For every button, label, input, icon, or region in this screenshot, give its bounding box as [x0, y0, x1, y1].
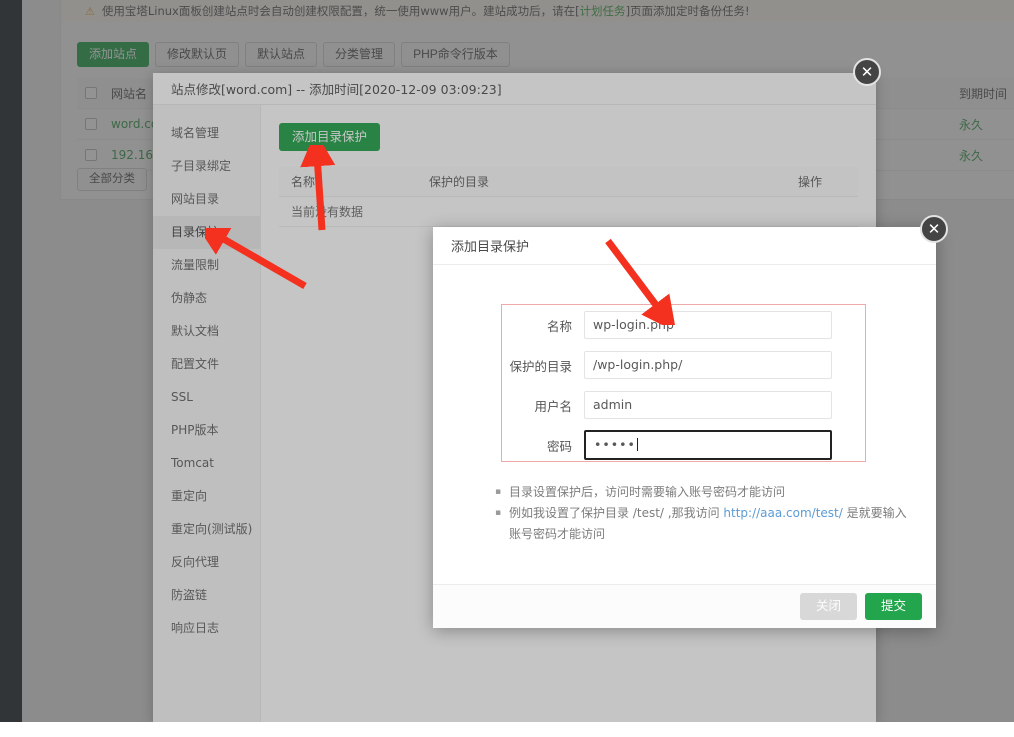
password-value: •••••	[594, 437, 636, 452]
hint-item: 目录设置保护后，访问时需要输入账号密码才能访问	[493, 482, 913, 503]
form-row-directory: 保护的目录 /wp-login.php/	[502, 345, 865, 385]
add-directory-protection-modal: 添加目录保护 名称 wp-login.php 保护的目录 /wp-login.p…	[433, 227, 936, 628]
form-row-username: 用户名 admin	[502, 385, 865, 425]
page-bottom-edge	[0, 722, 1014, 737]
username-input[interactable]: admin	[584, 391, 832, 419]
hint2-url: http://aaa.com/test/	[723, 506, 842, 520]
app-root: ⚠ 使用宝塔Linux面板创建站点时会自动创建权限配置，统一使用www用户。建站…	[0, 0, 1014, 737]
protection-form: 名称 wp-login.php 保护的目录 /wp-login.php/ 用户名…	[501, 304, 866, 462]
submit-button[interactable]: 提交	[865, 593, 922, 620]
password-label: 密码	[502, 436, 584, 455]
form-row-password: 密码 •••••	[502, 425, 865, 465]
close-icon[interactable]: ✕	[853, 58, 881, 86]
username-label: 用户名	[502, 396, 584, 415]
add-modal-title: 添加目录保护	[433, 227, 936, 265]
password-input[interactable]: •••••	[584, 430, 832, 460]
hint2-before: 例如我设置了保护目录 /test/ ,那我访问	[509, 506, 723, 520]
close-button[interactable]: 关闭	[800, 593, 857, 620]
add-modal-footer: 关闭 提交	[433, 584, 936, 628]
form-row-name: 名称 wp-login.php	[502, 305, 865, 345]
help-hints: 目录设置保护后，访问时需要输入账号密码才能访问 例如我设置了保护目录 /test…	[493, 482, 913, 545]
protected-dir-label: 保护的目录	[502, 356, 584, 375]
close-icon[interactable]: ✕	[920, 215, 948, 243]
protected-dir-input[interactable]: /wp-login.php/	[584, 351, 832, 379]
hint-item: 例如我设置了保护目录 /test/ ,那我访问 http://aaa.com/t…	[493, 503, 913, 545]
text-cursor	[637, 438, 638, 451]
name-label: 名称	[502, 316, 584, 335]
name-input[interactable]: wp-login.php	[584, 311, 832, 339]
